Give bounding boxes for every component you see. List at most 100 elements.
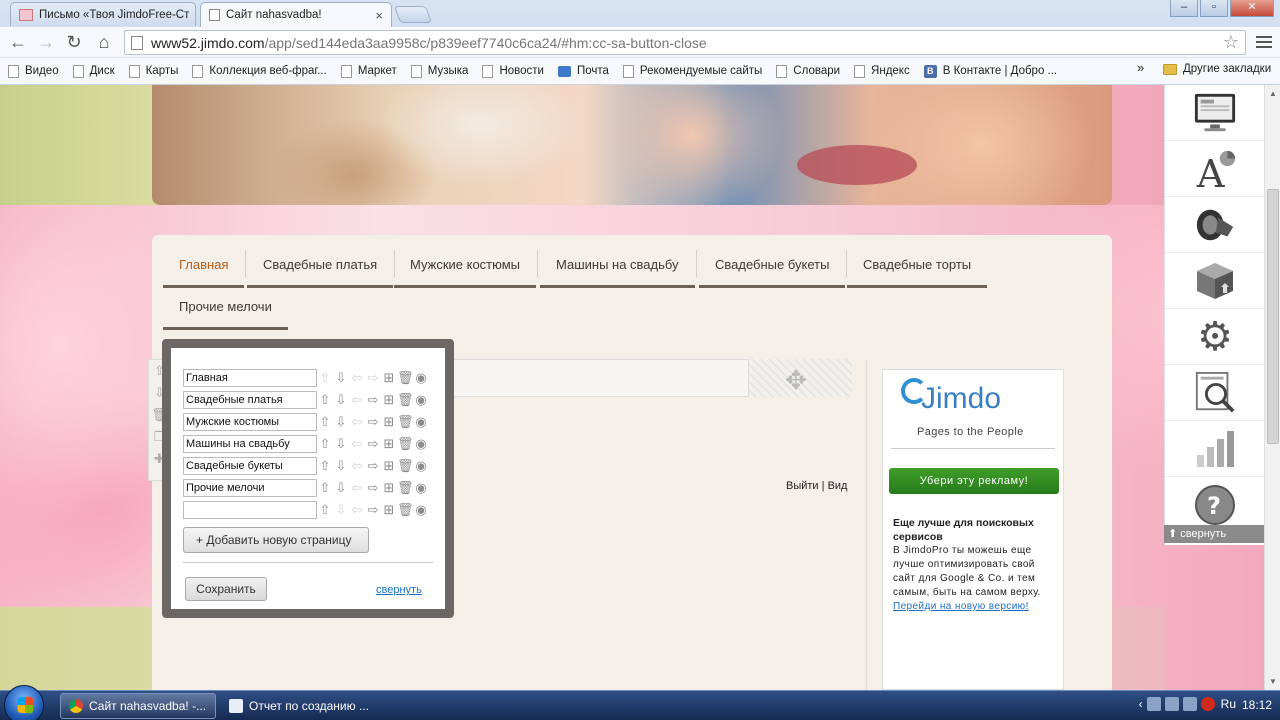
arrow-down-icon[interactable]: ⇩ bbox=[333, 414, 349, 430]
new-tab-button[interactable] bbox=[393, 6, 433, 23]
arrow-left-icon[interactable]: ⇦ bbox=[349, 458, 365, 474]
bookmark-item[interactable]: Новости bbox=[482, 64, 544, 78]
trash-icon[interactable]: 🗑 bbox=[397, 480, 414, 496]
bookmarks-overflow-icon[interactable]: » bbox=[1137, 60, 1144, 75]
arrow-right-icon[interactable]: ⇨ bbox=[365, 502, 381, 518]
bookmark-star-icon[interactable]: ☆ bbox=[1223, 32, 1239, 53]
jimdo-collapse-button[interactable]: ⬆ свернуть bbox=[1164, 525, 1264, 543]
arrow-up-icon[interactable]: ⇧ bbox=[317, 480, 333, 496]
add-page-icon[interactable]: ⊞ bbox=[381, 370, 397, 386]
jimdo-tool-layout[interactable] bbox=[1165, 85, 1265, 141]
vertical-scrollbar[interactable]: ▲ ▼ bbox=[1264, 85, 1280, 690]
eye-icon[interactable]: ◉ bbox=[413, 502, 429, 518]
eye-icon[interactable]: ◉ bbox=[413, 370, 429, 386]
arrow-down-icon[interactable]: ⇩ bbox=[333, 436, 349, 452]
arrow-right-icon[interactable]: ⇨ bbox=[365, 370, 381, 386]
arrow-up-icon[interactable]: ⇧ bbox=[317, 414, 333, 430]
arrow-left-icon[interactable]: ⇦ bbox=[349, 480, 365, 496]
jimdo-logo[interactable]: Jimdo Pages to the People bbox=[901, 376, 1047, 442]
arrow-down-icon[interactable]: ⇩ bbox=[333, 480, 349, 496]
add-page-icon[interactable]: ⊞ bbox=[381, 414, 397, 430]
arrow-down-icon[interactable]: ⇩ bbox=[333, 458, 349, 474]
add-page-icon[interactable]: ⊞ bbox=[381, 436, 397, 452]
page-name-input[interactable]: Мужские костюмы bbox=[183, 413, 317, 431]
jimdo-tool-store[interactable] bbox=[1165, 253, 1265, 309]
close-window-button[interactable]: ✕ bbox=[1230, 0, 1274, 17]
trash-icon[interactable]: 🗑 bbox=[397, 458, 414, 474]
arrow-right-icon[interactable]: ⇨ bbox=[365, 458, 381, 474]
add-page-icon[interactable]: ⊞ bbox=[381, 502, 397, 518]
taskbar-item-chrome[interactable]: Сайт nahasvadba! -... bbox=[60, 693, 216, 719]
scroll-down-icon[interactable]: ▼ bbox=[1265, 677, 1280, 686]
back-arrow-icon[interactable]: ← bbox=[6, 31, 30, 53]
jimdo-tool-seo[interactable] bbox=[1165, 365, 1265, 421]
page-name-input[interactable]: Свадебные букеты bbox=[183, 457, 317, 475]
nav-item-suits[interactable]: Мужские костюмы bbox=[394, 244, 539, 288]
bookmark-item[interactable]: Словари bbox=[776, 64, 840, 78]
trash-icon[interactable]: 🗑 bbox=[397, 502, 414, 518]
page-name-input[interactable]: Машины на свадьбу bbox=[183, 435, 317, 453]
jimdo-tool-settings[interactable]: ⚙ bbox=[1165, 309, 1265, 365]
bookmark-item[interactable]: Маркет bbox=[340, 64, 397, 78]
logout-link[interactable]: Выйти bbox=[786, 480, 819, 492]
arrow-left-icon[interactable]: ⇦ bbox=[349, 370, 365, 386]
volume-icon[interactable] bbox=[1164, 697, 1179, 711]
arrow-up-icon[interactable]: ⇧ bbox=[317, 392, 333, 408]
arrow-left-icon[interactable]: ⇦ bbox=[349, 392, 365, 408]
trash-icon[interactable]: 🗑 bbox=[397, 392, 414, 408]
forward-arrow-icon[interactable]: → bbox=[34, 31, 58, 53]
save-button[interactable]: Сохранить bbox=[185, 577, 267, 601]
bookmark-item[interactable]: Почта bbox=[557, 65, 609, 77]
network-icon[interactable] bbox=[1146, 697, 1161, 711]
arrow-right-icon[interactable]: ⇨ bbox=[365, 414, 381, 430]
maximize-button[interactable]: ▫ bbox=[1200, 0, 1228, 17]
page-name-input[interactable] bbox=[183, 501, 317, 519]
eye-icon[interactable]: ◉ bbox=[413, 436, 429, 452]
arrow-down-icon[interactable]: ⇩ bbox=[333, 392, 349, 408]
eye-icon[interactable]: ◉ bbox=[413, 480, 429, 496]
trash-icon[interactable]: 🗑 bbox=[397, 436, 414, 452]
clock[interactable]: 18:12 bbox=[1242, 698, 1272, 712]
arrow-left-icon[interactable]: ⇦ bbox=[349, 502, 365, 518]
bookmark-item[interactable]: Карты bbox=[128, 64, 178, 78]
collapse-link[interactable]: свернуть bbox=[376, 584, 422, 596]
page-name-input[interactable]: Прочие мелочи bbox=[183, 479, 317, 497]
nav-item-misc[interactable]: Прочие мелочи bbox=[163, 286, 288, 330]
arrow-right-icon[interactable]: ⇨ bbox=[365, 392, 381, 408]
page-name-input[interactable]: Свадебные платья bbox=[183, 391, 317, 409]
add-page-icon[interactable]: ⊞ bbox=[381, 480, 397, 496]
remove-ads-button[interactable]: Убери эту рекламу! bbox=[889, 468, 1059, 494]
nav-item-cars[interactable]: Машины на свадьбу bbox=[540, 244, 697, 288]
home-icon[interactable]: ⌂ bbox=[92, 31, 116, 53]
bookmark-item[interactable]: Музыка bbox=[410, 64, 468, 78]
arrow-up-icon[interactable]: ⇧ bbox=[317, 458, 333, 474]
page-name-input[interactable]: Главная bbox=[183, 369, 317, 387]
nav-item-dresses[interactable]: Свадебные платья bbox=[247, 244, 396, 288]
menu-icon[interactable] bbox=[1256, 33, 1272, 51]
jimdo-tool-statistics[interactable] bbox=[1165, 421, 1265, 477]
arrow-left-icon[interactable]: ⇦ bbox=[349, 436, 365, 452]
tab-mail[interactable]: Письмо «Твоя JimdoFree-Ст × bbox=[10, 2, 196, 26]
trash-icon[interactable]: 🗑 bbox=[397, 414, 414, 430]
arrow-down-icon[interactable]: ⇩ bbox=[333, 502, 349, 518]
tray-expand-icon[interactable]: ‹ bbox=[1139, 697, 1143, 711]
bookmark-item[interactable]: B В Контакте | Добро ... bbox=[923, 64, 1057, 78]
add-page-icon[interactable]: ⊞ bbox=[381, 392, 397, 408]
add-page-icon[interactable]: ⊞ bbox=[381, 458, 397, 474]
bookmark-item[interactable]: Коллекция веб-фраг... bbox=[192, 64, 327, 78]
trash-icon[interactable]: 🗑 bbox=[397, 370, 414, 386]
arrow-right-icon[interactable]: ⇨ bbox=[365, 480, 381, 496]
arrow-right-icon[interactable]: ⇨ bbox=[365, 436, 381, 452]
move-handle[interactable]: ✥ bbox=[748, 359, 852, 397]
eye-icon[interactable]: ◉ bbox=[413, 392, 429, 408]
display-icon[interactable] bbox=[1182, 697, 1197, 711]
language-indicator[interactable]: Ru bbox=[1221, 697, 1236, 711]
other-bookmarks[interactable]: Другие закладки bbox=[1163, 63, 1271, 75]
bookmark-item[interactable]: Видео bbox=[8, 64, 59, 78]
jimdo-tool-style[interactable]: A bbox=[1165, 141, 1265, 197]
start-button[interactable] bbox=[4, 685, 44, 720]
arrow-up-icon[interactable]: ⇧ bbox=[317, 502, 333, 518]
arrow-left-icon[interactable]: ⇦ bbox=[349, 414, 365, 430]
arrow-up-icon[interactable]: ⇧ bbox=[317, 370, 333, 386]
alert-icon[interactable] bbox=[1200, 697, 1215, 711]
